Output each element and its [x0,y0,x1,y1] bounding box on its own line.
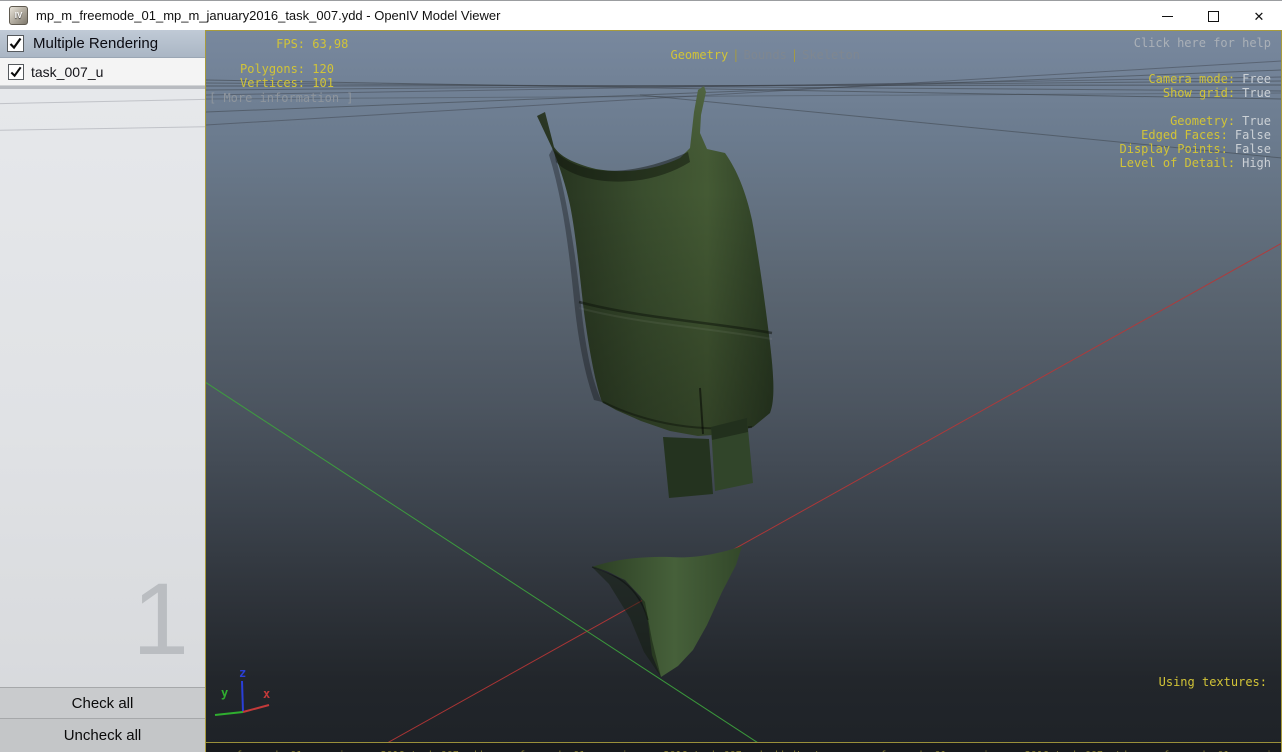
uncheck-all-button[interactable]: Uncheck all [0,718,205,752]
model-count-watermark: 1 [132,562,189,676]
model-collar [591,546,742,677]
window-title: mp_m_freemode_01_mp_m_january2016_task_0… [36,8,501,23]
check-all-button[interactable]: Check all [0,687,205,719]
multiple-rendering-row[interactable]: Multiple Rendering [0,30,205,58]
task007u-label: task_007_u [31,63,104,80]
mode-tab-geometry[interactable]: Geometry [670,48,728,62]
axis-z-label: z [239,666,246,680]
using-textures-header: Using textures: [1158,675,1267,689]
axis-x-label: x [263,687,270,701]
minimize-icon [1161,15,1173,17]
axis-y-label: y [221,686,228,700]
multiple-rendering-checkbox[interactable] [7,35,24,52]
help-link[interactable]: Click here for help [1134,37,1271,49]
mode-separator-icon: | [732,48,740,62]
model-list-sidebar: Multiple Rendering task_007_u 1 Check al… [0,30,205,752]
minimize-button[interactable] [1144,1,1190,31]
openiv-app-icon: IV [9,6,28,25]
sidebar-reflection-line [0,126,205,131]
title-bar[interactable]: IV mp_m_freemode_01_mp_m_january2016_tas… [0,0,1282,30]
level-of-detail-setting[interactable]: Level of Detail: High [1076,145,1272,181]
maximize-button[interactable] [1190,1,1236,31]
sidebar-reflection-band [0,86,205,89]
task007u-checkbox[interactable] [8,63,24,80]
show-grid-value: True [1242,86,1271,100]
mode-separator-icon: | [790,48,799,62]
level-of-detail-value: High [1242,156,1271,170]
multiple-rendering-label: Multiple Rendering [33,35,159,52]
level-of-detail-label: Level of Detail: [1119,156,1236,170]
checkmark-icon [9,37,22,50]
model-vest [537,86,774,498]
window-controls: ✕ [1144,1,1282,31]
checkmark-icon [10,66,22,77]
model-viewport[interactable]: z y x FPS: 63,98 Polygons: 120 Vertices:… [205,30,1282,752]
model-list-item-task007u[interactable]: task_007_u [0,58,205,86]
mode-tab-skeleton[interactable]: Skeleton [802,48,860,62]
close-icon: ✕ [1253,8,1265,24]
clipped-bottom-strip: mp_m_freemode_01_mp_m_january2016_task_0… [206,742,1281,752]
vertex-count: Vertices: 101 [240,76,334,90]
mode-tab-bounds[interactable]: Bounds [744,48,787,62]
show-grid-label: Show grid: [1162,86,1236,100]
app-window: IV mp_m_freemode_01_mp_m_january2016_tas… [0,0,1282,752]
maximize-icon [1207,10,1219,22]
close-button[interactable]: ✕ [1236,1,1282,31]
axis-gizmo: z y x [214,666,270,716]
sidebar-reflection-line [0,98,205,105]
texture-panel: Using textures: mp_m_freemode_01_mp_m_ja… [848,637,1267,752]
more-information-link[interactable]: [ More information ] [209,92,354,104]
